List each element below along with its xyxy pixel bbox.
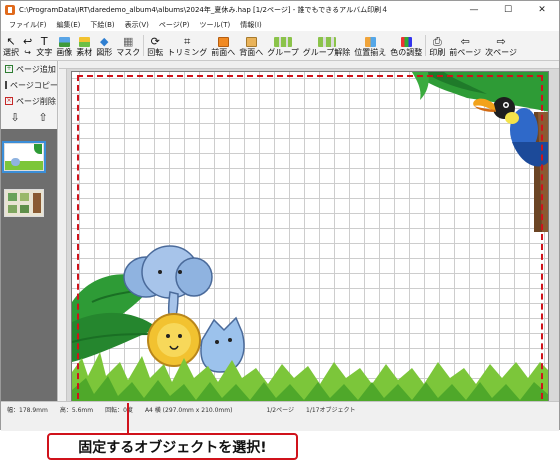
close-button[interactable]: ✕ — [525, 1, 559, 18]
page-thumbnail-list — [1, 129, 57, 401]
menu-file[interactable]: ファイル(F) — [4, 20, 52, 30]
menu-info[interactable]: 情報(I) — [235, 20, 267, 30]
move-down-icon[interactable]: ⇩ — [10, 111, 19, 124]
instruction-callout: 固定するオブジェクトを選択! — [47, 433, 298, 460]
menu-tools[interactable]: ツール(T) — [194, 20, 235, 30]
shape-icon: ◆ — [99, 34, 109, 48]
text-icon: T — [40, 34, 48, 48]
title-bar: C:\ProgramData\IRT\daredemo_album4\album… — [1, 1, 559, 18]
rotate-icon: ⟳ — [150, 34, 160, 48]
page-thumbnail-2[interactable] — [4, 189, 44, 217]
ungroup-button[interactable]: グループ解除 — [301, 31, 353, 60]
next-page-button[interactable]: ⇨ 次ページ — [483, 31, 519, 60]
status-width: 幅：178.9mm — [7, 407, 48, 414]
delete-page-icon: × — [5, 97, 13, 105]
rotate-button[interactable]: ⟳ 回転 — [145, 31, 165, 60]
maximize-button[interactable]: ☐ — [491, 1, 525, 18]
menu-bar: ファイル(F) 編集(E) 下絵(B) 表示(V) ページ(P) ツール(T) … — [1, 18, 559, 31]
blue-animal-illustration[interactable] — [200, 316, 245, 373]
horizontal-ruler — [59, 61, 559, 69]
color-bars-icon — [400, 35, 412, 48]
delete-page-button[interactable]: × ページ削除 — [1, 93, 57, 109]
trim-button[interactable]: ⌗ トリミング — [165, 31, 209, 60]
status-page: 1/2ページ — [266, 407, 295, 414]
arrow-left-icon: ⇦ — [460, 34, 470, 48]
menu-view[interactable]: 表示(V) — [120, 20, 154, 30]
undo-redo-button[interactable]: ↩ ↪ — [21, 31, 34, 60]
align-button[interactable]: 位置揃え — [352, 31, 388, 60]
bring-front-icon — [217, 35, 229, 48]
add-page-button[interactable]: + ページ追加 — [1, 61, 57, 77]
callout-pointer — [127, 403, 129, 433]
material-icon — [78, 35, 90, 48]
undo-icon: ↩ — [23, 34, 33, 48]
status-objects: 1/17オブジェクト — [306, 407, 356, 414]
arrow-right-icon: ⇨ — [496, 34, 506, 48]
page-artwork — [72, 72, 548, 412]
text-button[interactable]: T 文字 — [34, 31, 54, 60]
group-button[interactable]: グループ — [265, 31, 301, 60]
page-move-controls: ⇩ ⇧ — [1, 109, 57, 125]
app-window: C:\ProgramData\IRT\daredemo_album4\album… — [0, 0, 560, 431]
window-title: C:\ProgramData\IRT\daredemo_album4\album… — [19, 5, 389, 14]
toolbar: ↖ 選択 ↩ ↪ T 文字 画像 素材 ◆ 図形 ▦ マスク ⟳ 回転 ⌗ トリ… — [1, 31, 559, 61]
vertical-ruler — [59, 69, 67, 401]
move-up-icon[interactable]: ⇧ — [38, 111, 47, 124]
print-button[interactable]: ⎙ 印刷 — [427, 31, 447, 60]
status-height: 高：5.6mm — [59, 407, 94, 414]
menu-edit[interactable]: 編集(E) — [52, 20, 86, 30]
image-icon — [58, 35, 70, 48]
mask-button[interactable]: ▦ マスク — [114, 31, 142, 60]
material-button[interactable]: 素材 — [74, 31, 94, 60]
group-icon — [273, 35, 292, 48]
minimize-button[interactable]: — — [457, 1, 491, 18]
album-page[interactable] — [71, 71, 549, 413]
printer-icon: ⎙ — [432, 34, 442, 48]
mask-icon: ▦ — [123, 34, 134, 48]
status-bar: 幅：178.9mm 高：5.6mm 回転：0度 A4 横 (297.0mm x … — [1, 401, 559, 431]
image-button[interactable]: 画像 — [54, 31, 74, 60]
add-page-icon: + — [5, 65, 13, 73]
menu-background[interactable]: 下絵(B) — [85, 20, 119, 30]
shape-button[interactable]: ◆ 図形 — [94, 31, 114, 60]
status-paper: A4 横 (297.0mm x 210.0mm) — [144, 407, 233, 414]
copy-page-button[interactable]: ページコピー — [1, 77, 58, 93]
color-adjust-button[interactable]: 色の調整 — [388, 31, 424, 60]
toolbar-separator — [425, 35, 427, 56]
elephant-illustration[interactable] — [123, 245, 213, 326]
crop-icon: ⌗ — [184, 34, 191, 48]
page-sidebar: + ページ追加 ページコピー × ページ削除 ⇩ ⇧ — [1, 61, 58, 401]
copy-page-icon — [5, 81, 7, 89]
canvas-area — [59, 61, 559, 413]
redo-icon: ↪ — [24, 48, 31, 57]
select-button[interactable]: ↖ 選択 — [1, 31, 21, 60]
status-rotation: 回転：0度 — [105, 407, 133, 414]
app-icon — [5, 4, 15, 15]
toolbar-separator — [143, 35, 145, 56]
ungroup-icon — [317, 35, 336, 48]
send-back-icon — [245, 35, 257, 48]
align-icon — [364, 35, 376, 48]
bring-front-button[interactable]: 前面へ — [209, 31, 237, 60]
page-thumbnail-1[interactable] — [2, 141, 46, 173]
menu-page[interactable]: ページ(P) — [154, 20, 195, 30]
send-back-button[interactable]: 背面へ — [237, 31, 265, 60]
lion-illustration[interactable] — [147, 313, 201, 367]
cursor-icon: ↖ — [6, 34, 16, 48]
prev-page-button[interactable]: ⇦ 前ページ — [447, 31, 483, 60]
